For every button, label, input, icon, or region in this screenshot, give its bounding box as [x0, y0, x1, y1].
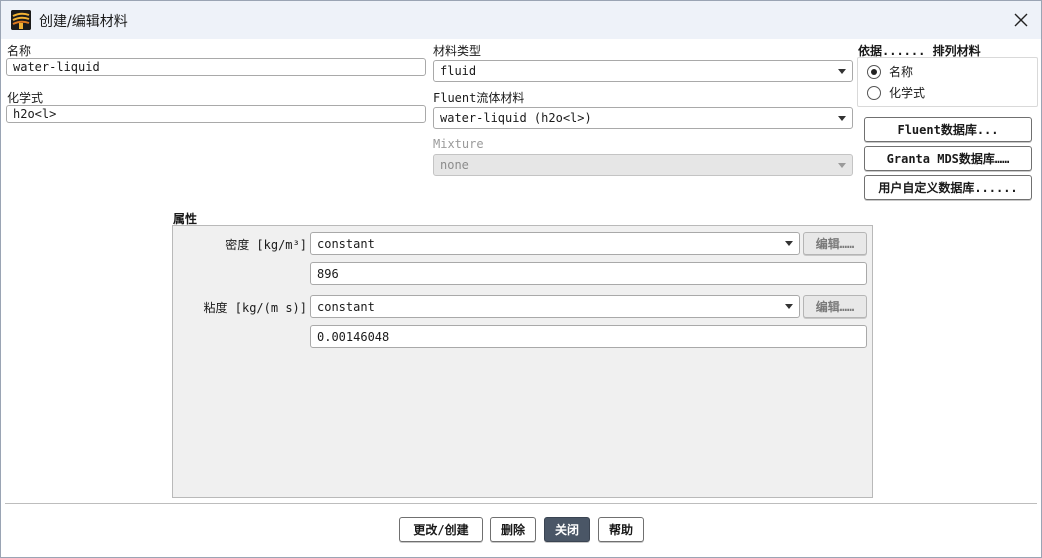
material-type-label: 材料类型 — [433, 44, 482, 58]
radio-unselected-icon — [867, 85, 881, 100]
chevron-down-icon — [838, 115, 846, 121]
density-value-input[interactable]: 896 — [310, 262, 867, 285]
mixture-value: none — [440, 158, 469, 172]
divider — [5, 503, 1037, 504]
density-label: 密度 [kg/m³] — [225, 238, 307, 252]
density-edit-button[interactable]: 编辑…… — [803, 232, 867, 255]
granta-database-button[interactable]: Granta MDS数据库…… — [864, 146, 1032, 171]
material-type-select[interactable]: fluid — [433, 60, 853, 82]
close-icon — [1014, 13, 1028, 27]
help-button[interactable]: 帮助 — [598, 517, 644, 542]
radio-selected-icon — [867, 64, 881, 79]
order-by-formula-label: 化学式 — [889, 86, 926, 100]
density-method-value: constant — [317, 236, 375, 251]
viscosity-value-input[interactable]: 0.00146048 — [310, 325, 867, 348]
formula-input[interactable]: h2o<l> — [6, 105, 426, 123]
chevron-down-icon — [838, 162, 846, 168]
close-window-button[interactable] — [1005, 5, 1037, 35]
name-label: 名称 — [7, 44, 32, 58]
fluent-database-button[interactable]: Fluent数据库... — [864, 117, 1032, 142]
change-create-button[interactable]: 更改/创建 — [399, 517, 483, 542]
mixture-select: none — [433, 154, 853, 176]
fluent-material-select[interactable]: water-liquid (h2o<l>) — [433, 107, 853, 129]
viscosity-edit-button[interactable]: 编辑…… — [803, 295, 867, 318]
fluent-material-label: Fluent流体材料 — [433, 91, 525, 105]
close-button[interactable]: 关闭 — [544, 517, 590, 542]
material-type-value: fluid — [440, 64, 477, 78]
fluent-material-value: water-liquid (h2o<l>) — [440, 111, 592, 125]
order-by-formula-radio[interactable]: 化学式 — [867, 84, 925, 101]
window-title: 创建/编辑材料 — [39, 14, 128, 30]
name-input[interactable]: water-liquid — [6, 58, 426, 76]
viscosity-label: 粘度 [kg/(m s)] — [203, 301, 307, 315]
order-by-name-radio[interactable]: 名称 — [867, 63, 913, 80]
formula-label: 化学式 — [7, 91, 44, 105]
order-by-name-label: 名称 — [889, 65, 914, 79]
viscosity-method-value: constant — [317, 299, 375, 314]
density-method-select[interactable]: constant — [310, 232, 800, 255]
title-bar — [1, 1, 1041, 39]
chevron-down-icon — [838, 68, 846, 74]
chevron-down-icon — [785, 241, 793, 246]
mixture-label: Mixture — [433, 137, 484, 151]
delete-button[interactable]: 删除 — [490, 517, 536, 542]
viscosity-method-select[interactable]: constant — [310, 295, 800, 318]
fluent-app-icon — [11, 10, 31, 30]
chevron-down-icon — [785, 304, 793, 309]
user-database-button[interactable]: 用户自定义数据库...... — [864, 175, 1032, 200]
